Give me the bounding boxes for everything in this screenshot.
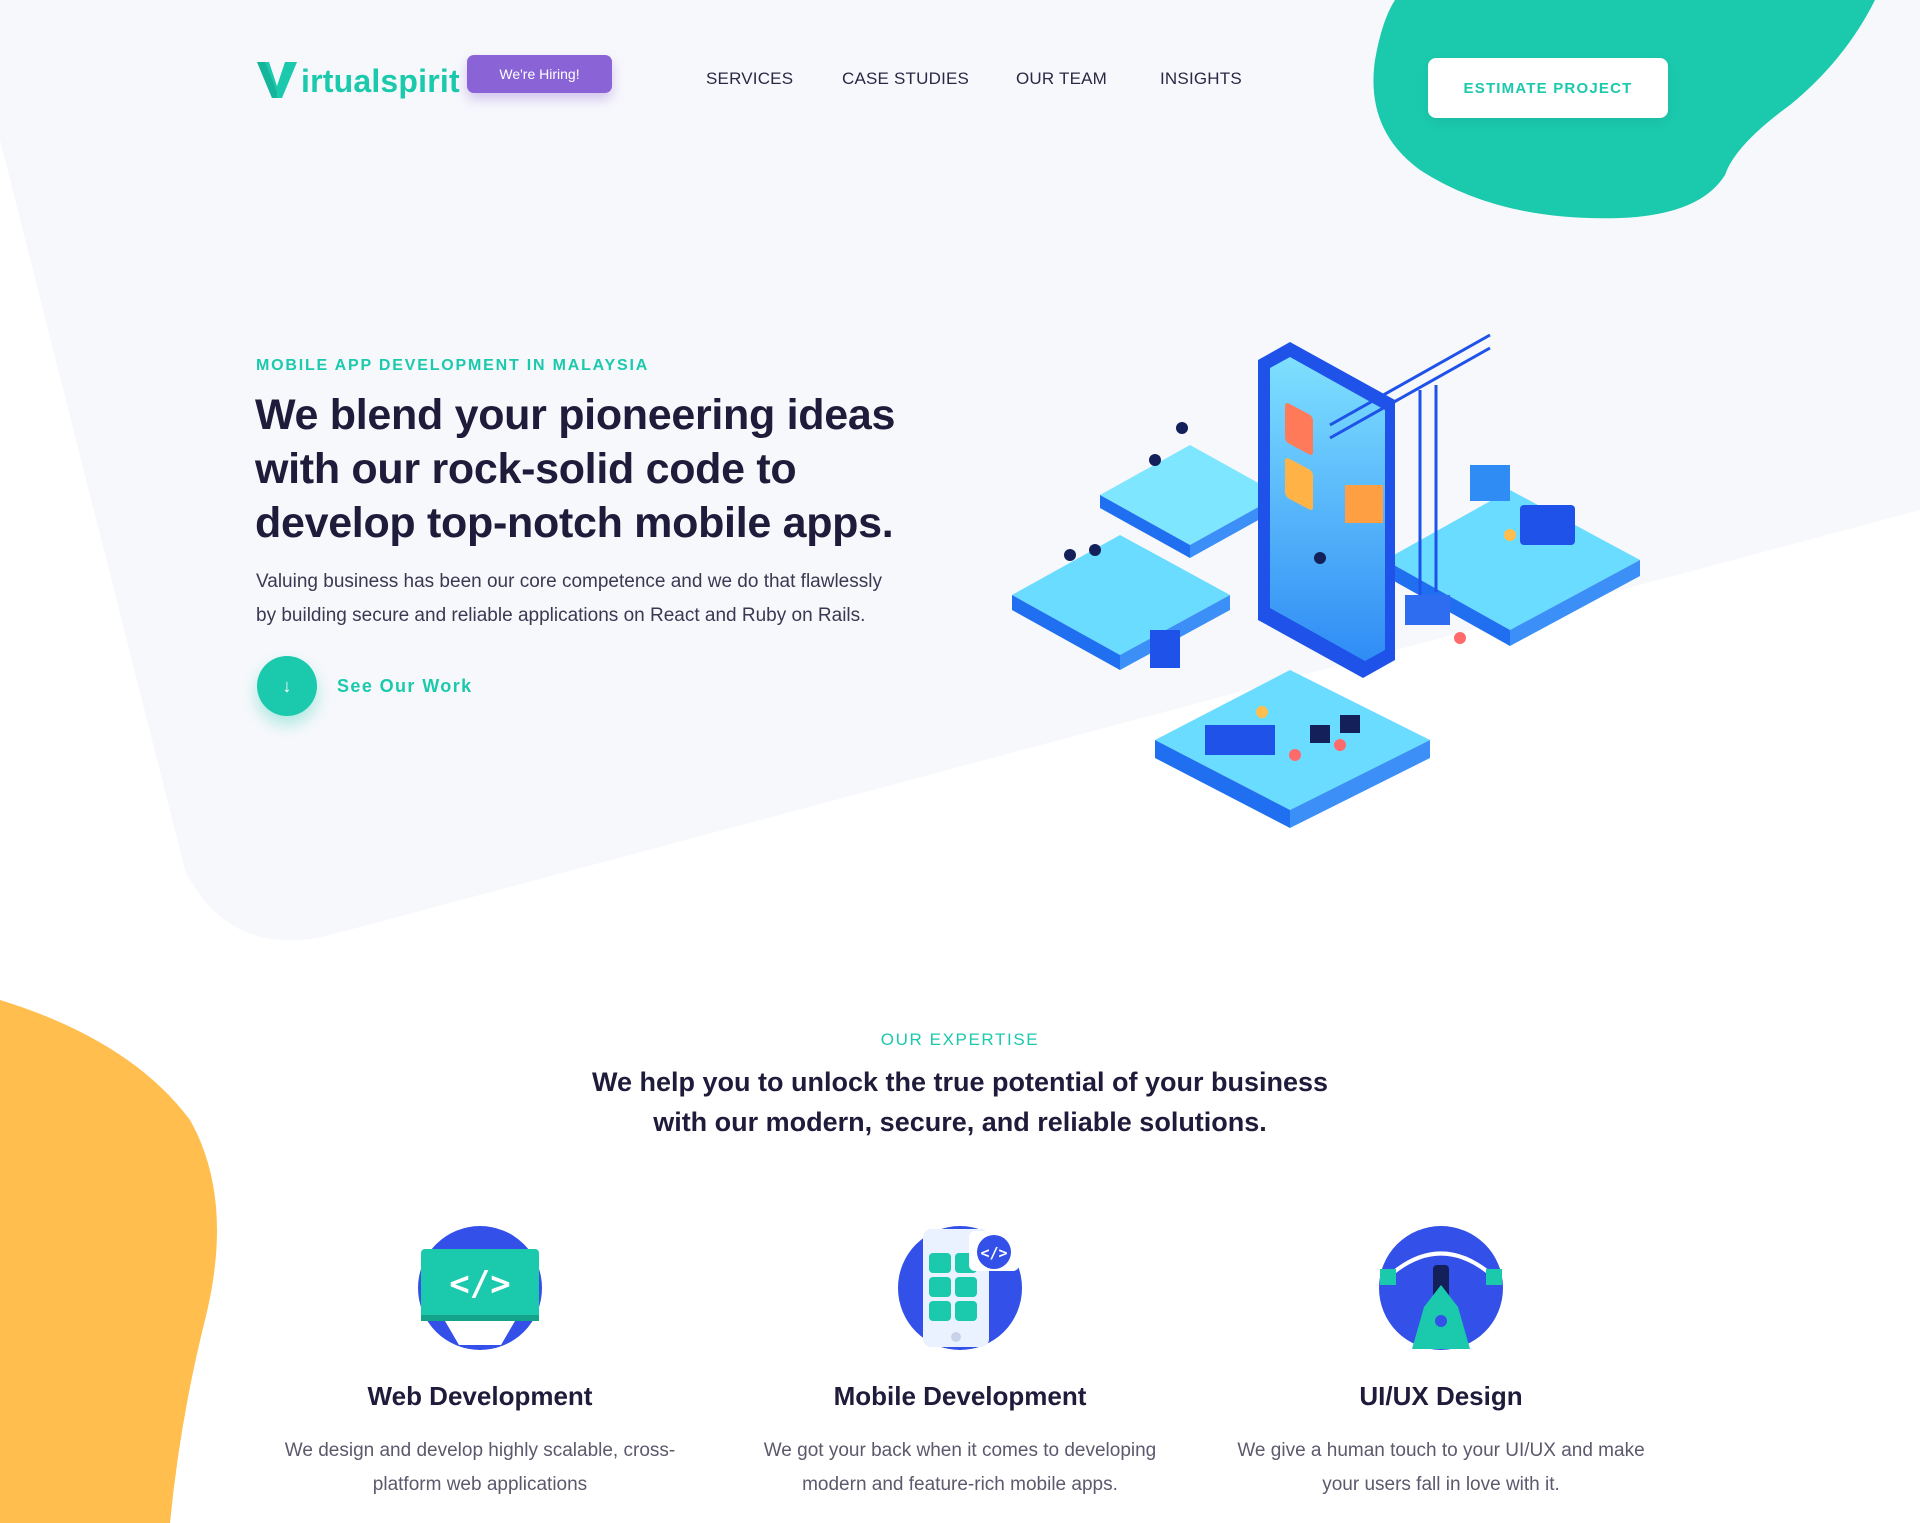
yellow-blob xyxy=(0,1000,217,1523)
svg-text:</>: </> xyxy=(449,1264,510,1304)
see-our-work-link[interactable]: ↓ See Our Work xyxy=(257,656,473,716)
service-card-title: UI/UX Design xyxy=(1359,1381,1523,1411)
service-card-title: Web Development xyxy=(367,1381,593,1411)
person xyxy=(1289,749,1301,761)
estimate-project-button[interactable]: ESTIMATE PROJECT xyxy=(1428,58,1668,118)
hero-title: We blend your pioneering ideas with our … xyxy=(255,388,975,550)
hero-title-line: develop top-notch mobile apps. xyxy=(255,499,894,547)
bottom-platform xyxy=(1155,670,1430,828)
service-card-desc-line: platform web applications xyxy=(372,1474,588,1495)
person xyxy=(1334,739,1346,751)
person xyxy=(1256,706,1268,718)
expertise-title: We help you to unlock the true potential… xyxy=(560,1062,1360,1142)
see-our-work-label: See Our Work xyxy=(337,675,473,696)
pen-tool-icon xyxy=(1379,1226,1503,1350)
block xyxy=(1470,465,1510,501)
monitor xyxy=(1340,715,1360,733)
service-card-mobile[interactable]: </> Mobile Development We got your back … xyxy=(730,1225,1190,1502)
service-card-web[interactable]: </> Web Development We design and develo… xyxy=(250,1225,710,1502)
mobile-app-code-icon: </> xyxy=(898,1226,1022,1350)
person xyxy=(1176,422,1188,434)
person xyxy=(1089,544,1101,556)
hero-description-line: by building secure and reliable applicat… xyxy=(256,605,866,626)
hero-description-line: Valuing business has been our core compe… xyxy=(256,571,882,592)
expertise-eyebrow: OUR EXPERTISE xyxy=(880,1030,1040,1049)
laptop xyxy=(1520,505,1575,545)
arrow-down-icon[interactable]: ↓ xyxy=(257,656,317,716)
person xyxy=(1314,552,1326,564)
service-card-uiux[interactable]: UI/UX Design We give a human touch to yo… xyxy=(1211,1225,1671,1502)
person xyxy=(1064,549,1076,561)
page: irtualspirit We're Hiring! SERVICES CASE… xyxy=(0,0,1920,1523)
nav-insights[interactable]: INSIGHTS xyxy=(1160,69,1242,89)
hero-description: Valuing business has been our core compe… xyxy=(256,565,976,633)
hiring-badge-button[interactable]: We're Hiring! xyxy=(467,55,612,93)
nav-our-team[interactable]: OUR TEAM xyxy=(1016,69,1107,89)
service-card-desc: We got your back when it comes to develo… xyxy=(730,1434,1190,1502)
nav-services[interactable]: SERVICES xyxy=(706,69,793,89)
cargo-box xyxy=(1345,485,1383,523)
service-card-desc-line: your users fall in love with it. xyxy=(1322,1474,1560,1495)
hero-eyebrow: MOBILE APP DEVELOPMENT IN MALAYSIA xyxy=(256,357,650,374)
service-card-desc-line: We give a human touch to your UI/UX and … xyxy=(1237,1440,1645,1461)
monitor xyxy=(1310,725,1330,743)
service-card-desc-line: We design and develop highly scalable, c… xyxy=(284,1440,676,1461)
hero-illustration xyxy=(1012,333,1640,828)
nav-case-studies[interactable]: CASE STUDIES xyxy=(842,69,969,89)
expertise-title-line: We help you to unlock the true potential… xyxy=(591,1067,1329,1097)
hero-title-line: We blend your pioneering ideas xyxy=(255,391,896,439)
logo-text: irtualspirit xyxy=(301,63,460,99)
service-card-desc-line: modern and feature-rich mobile apps. xyxy=(802,1474,1118,1495)
service-card-desc: We give a human touch to your UI/UX and … xyxy=(1211,1434,1671,1502)
hero-title-line: with our rock-solid code to xyxy=(255,445,797,493)
code-window-icon: </> xyxy=(418,1226,542,1350)
service-card-desc: We design and develop highly scalable, c… xyxy=(250,1434,710,1502)
person xyxy=(1454,632,1466,644)
person xyxy=(1149,454,1161,466)
logo[interactable]: irtualspirit xyxy=(255,54,460,100)
left-platform xyxy=(1012,535,1230,670)
expertise-title-line: with our modern, secure, and reliable so… xyxy=(653,1107,1267,1137)
crane-base xyxy=(1405,595,1450,625)
cabinet xyxy=(1150,630,1180,668)
board xyxy=(1205,725,1275,755)
service-card-desc-line: We got your back when it comes to develo… xyxy=(763,1440,1157,1461)
service-card-title: Mobile Development xyxy=(833,1381,1087,1411)
logo-v-mark-icon xyxy=(257,62,297,98)
person xyxy=(1504,529,1516,541)
svg-text:</>: </> xyxy=(980,1244,1007,1262)
